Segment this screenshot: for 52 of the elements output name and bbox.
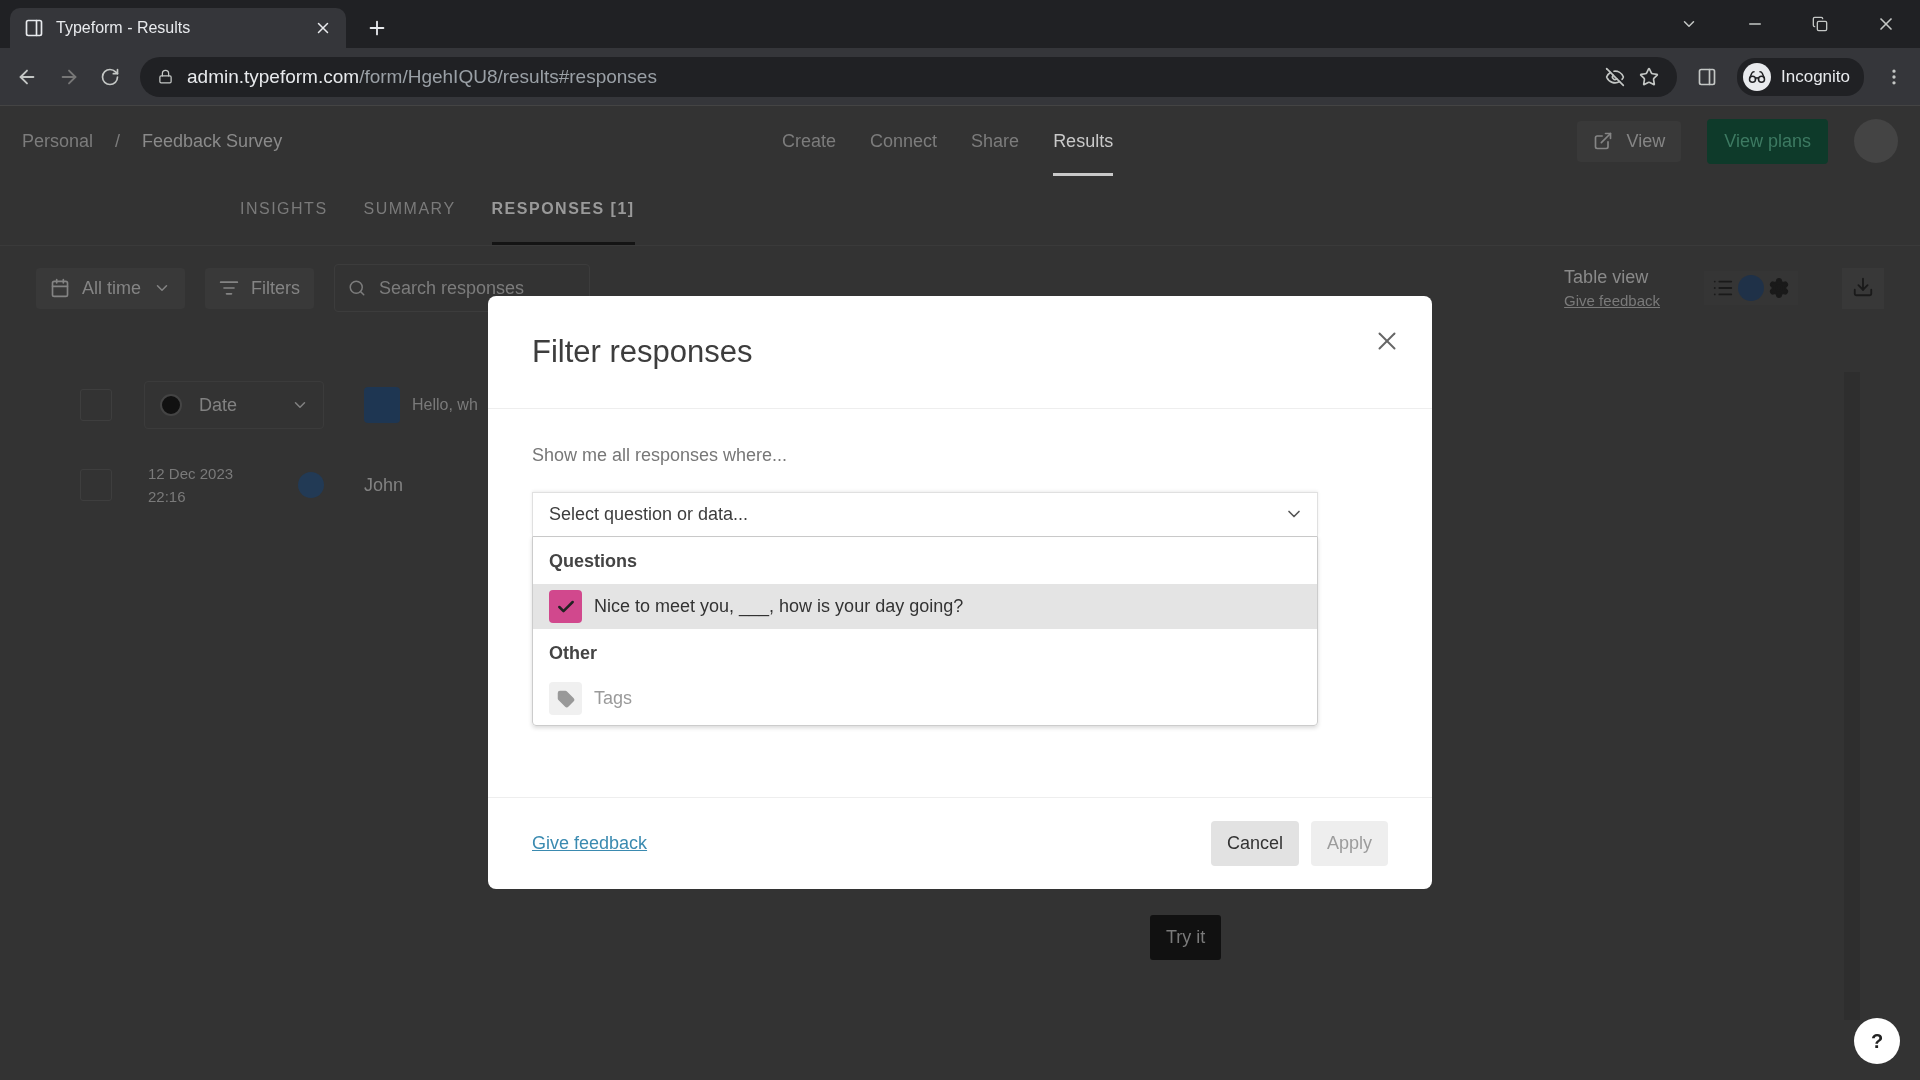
try-it-button[interactable]: Try it (1150, 915, 1222, 960)
question-select[interactable]: Select question or data... (532, 492, 1318, 536)
time-cell-text: 22:16 (148, 488, 187, 505)
dialog-button[interactable]: Cancel (1210, 821, 1299, 866)
nav-tab[interactable]: Connect (870, 106, 938, 176)
date-cell-text: 12 Dec 2023 (148, 465, 235, 482)
section-tab[interactable]: RESPONSES [1] (491, 176, 635, 245)
date-range-dropdown[interactable]: All time (36, 267, 185, 309)
calendar-icon (50, 278, 70, 298)
help-button[interactable]: ? (1854, 1018, 1900, 1064)
date-column-dropdown[interactable]: Date (144, 381, 324, 429)
site-icon (24, 18, 44, 38)
lock-icon (158, 69, 173, 84)
filter-prompt: Show me all responses where... (532, 445, 789, 466)
column-header: Hello, wh (412, 396, 478, 414)
eye-off-icon[interactable] (1605, 66, 1625, 87)
tag-icon (549, 682, 582, 715)
view-plans-button[interactable]: View plans (1707, 118, 1828, 164)
search-field[interactable]: Search responses (334, 264, 590, 312)
group-heading: Other (548, 642, 598, 665)
checkbox[interactable] (549, 590, 582, 623)
feedback-link[interactable]: Give feedback (532, 833, 648, 854)
breadcrumb-separator: / (115, 130, 121, 152)
star-icon[interactable] (1639, 66, 1659, 87)
section-tab[interactable]: SUMMARY (363, 176, 456, 245)
group-heading: Questions (548, 550, 638, 573)
breadcrumb-item[interactable]: Personal (22, 130, 94, 152)
side-panel-icon[interactable] (1697, 66, 1717, 87)
filters-button[interactable]: Filters (205, 267, 314, 309)
incognito-icon (1743, 62, 1771, 91)
nav-tab[interactable]: Share (971, 106, 1020, 176)
breadcrumb-item[interactable]: Feedback Survey (142, 130, 283, 152)
tab-title: Typeform - Results (56, 19, 192, 37)
reload-icon[interactable] (100, 66, 120, 87)
search-icon (348, 279, 366, 297)
section-tab[interactable]: INSIGHTS (240, 176, 328, 245)
restore-icon[interactable] (1812, 16, 1828, 32)
external-link-icon (1592, 131, 1613, 151)
feedback-link[interactable]: Give feedback (1564, 292, 1660, 309)
filter-icon (219, 278, 239, 298)
nav-tab[interactable]: Create (782, 106, 837, 176)
name-cell: John (364, 474, 404, 496)
view-button[interactable]: View (1576, 120, 1682, 162)
browser-tab[interactable]: Typeform - Results (10, 8, 346, 48)
dropdown-option[interactable]: Nice to meet you, ___, how is your day going? (533, 584, 1317, 629)
download-icon (1852, 275, 1874, 298)
address-bar[interactable]: admin.typeform.com/form/HgehIQU8/results#responses (140, 56, 1677, 97)
respondent-icon (298, 472, 324, 498)
dialog-title: Filter responses (532, 334, 753, 370)
nav-tab[interactable]: Results (1053, 106, 1114, 176)
view-label: Table view (1564, 267, 1650, 288)
profile-button[interactable]: Incognito (1737, 57, 1864, 96)
